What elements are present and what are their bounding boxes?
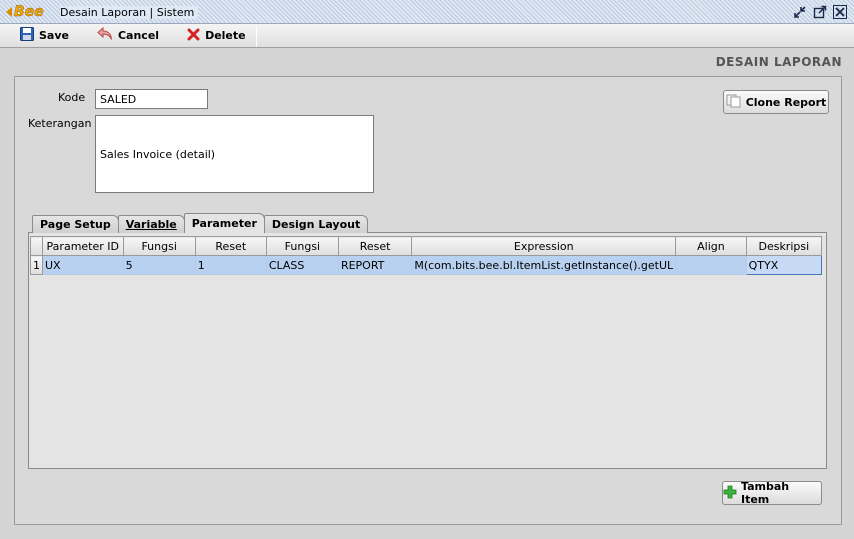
delete-label: Delete [205, 29, 246, 42]
cancel-button[interactable]: Cancel [77, 25, 167, 47]
window-title: Desain Laporan | Sistem [60, 6, 199, 19]
maximize-icon[interactable] [812, 4, 828, 20]
table-cell[interactable]: M(com.bits.bee.bl.ItemList.getInstance()… [411, 255, 677, 275]
plus-icon [723, 485, 737, 502]
add-item-button[interactable]: Tambah Item [722, 480, 822, 506]
tab-strip: Page Setup Variable Parameter Design Lay… [32, 213, 369, 233]
column-header[interactable]: Expression [411, 236, 677, 256]
table-cell[interactable]: 1 [194, 255, 267, 275]
table-cell[interactable]: QTYX [745, 255, 823, 275]
clone-copy-icon [726, 94, 742, 111]
table-header-row: Parameter ID Fungsi Reset Fungsi Reset E… [30, 236, 823, 256]
column-header[interactable]: Align [675, 236, 747, 256]
keterangan-textarea[interactable]: Sales Invoice (detail) [95, 115, 374, 193]
app-logo: Bee [6, 4, 44, 20]
table-cell[interactable]: REPORT [337, 255, 413, 275]
section-title: DESAIN LAPORAN [715, 55, 842, 69]
row-number[interactable]: 1 [30, 255, 43, 275]
delete-button[interactable]: Delete [167, 25, 254, 47]
clone-report-button[interactable]: Clone Report [723, 90, 829, 114]
column-header[interactable]: Fungsi [122, 236, 196, 256]
toolbar: Save Cancel Delete [0, 24, 854, 48]
row-number-header [30, 236, 43, 256]
tab-page-setup[interactable]: Page Setup [32, 215, 119, 233]
kode-label: Kode [58, 91, 86, 104]
column-header[interactable]: Reset [194, 236, 267, 256]
toolbar-separator [255, 24, 257, 47]
close-icon[interactable] [832, 4, 848, 20]
column-header[interactable]: Parameter ID [41, 236, 124, 256]
cancel-label: Cancel [117, 29, 160, 42]
save-label: Save [39, 29, 69, 42]
column-header[interactable]: Fungsi [265, 236, 339, 256]
column-header[interactable]: Deskripsi [745, 236, 823, 256]
tab-design-layout[interactable]: Design Layout [263, 215, 369, 233]
back-arrow-icon [6, 7, 12, 17]
restore-icon[interactable] [792, 4, 808, 20]
add-item-label: Tambah Item [741, 480, 790, 506]
tab-label: Design Layout [271, 218, 361, 231]
keterangan-label: Keterangan [28, 117, 92, 130]
table-cell[interactable] [675, 255, 747, 275]
undo-arrow-icon [97, 26, 113, 44]
table-cell[interactable]: 5 [122, 255, 196, 275]
tab-variable[interactable]: Variable [117, 215, 185, 233]
table-row[interactable]: 1 UX 5 1 CLASS REPORT M(com.bits.bee.bl.… [30, 255, 823, 275]
tab-label: Variable [125, 218, 177, 231]
logo-text: Bee [14, 4, 44, 20]
parameter-table: Parameter ID Fungsi Reset Fungsi Reset E… [30, 236, 823, 275]
column-header[interactable]: Reset [337, 236, 413, 256]
tab-parameter[interactable]: Parameter [183, 213, 265, 233]
kode-input[interactable]: SALED [95, 89, 208, 109]
save-button[interactable]: Save [0, 25, 77, 47]
delete-x-icon [187, 28, 200, 44]
tab-label: Page Setup [40, 218, 111, 231]
title-bar: Bee Desain Laporan | Sistem [0, 0, 854, 24]
clone-report-label: Clone Report [745, 95, 827, 109]
table-cell[interactable]: UX [41, 255, 124, 275]
table-cell[interactable]: CLASS [265, 255, 339, 275]
floppy-disk-icon [20, 27, 34, 44]
tab-label: Parameter [191, 217, 257, 230]
